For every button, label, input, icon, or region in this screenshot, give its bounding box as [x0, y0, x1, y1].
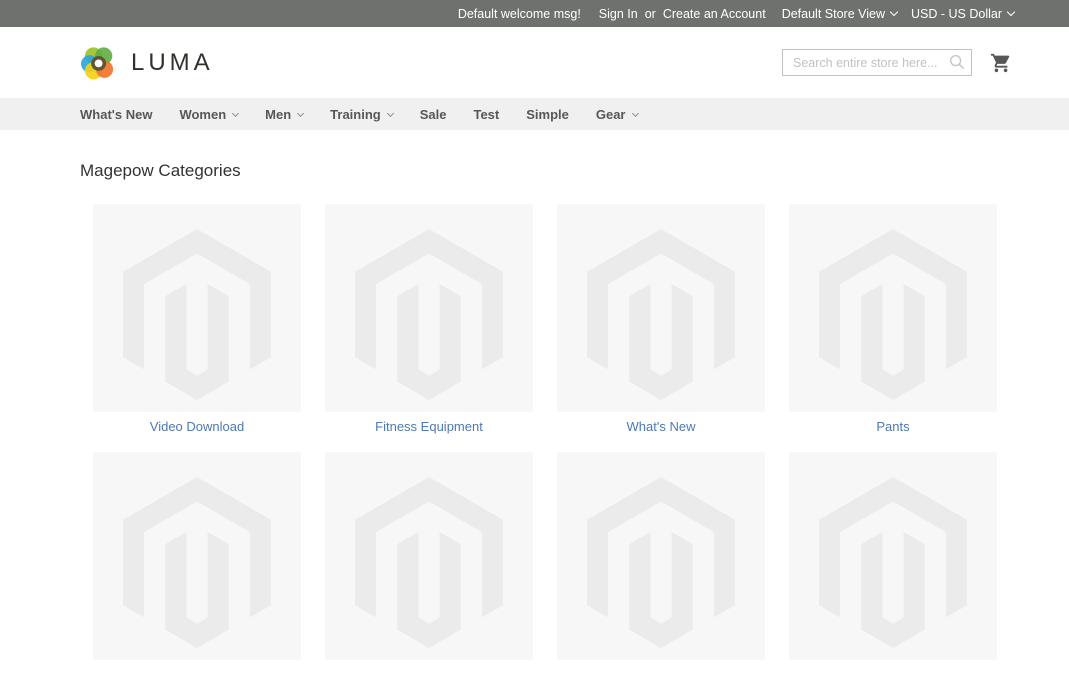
category-card[interactable]	[789, 452, 997, 683]
chevron-down-icon	[387, 109, 394, 116]
category-placeholder-image	[557, 204, 765, 412]
magnifier-icon	[948, 53, 966, 71]
nav-label: Gear	[596, 107, 626, 122]
nav-item-sale[interactable]: Sale	[420, 107, 447, 122]
chevron-down-icon	[297, 109, 304, 116]
category-placeholder-image	[789, 204, 997, 412]
search-button[interactable]	[947, 53, 967, 73]
magento-placeholder-icon	[355, 229, 503, 400]
minicart-button[interactable]	[990, 52, 1012, 74]
category-link-label	[789, 667, 997, 683]
search-input[interactable]	[782, 49, 972, 76]
nav-item-simple[interactable]: Simple	[526, 107, 569, 122]
welcome-message: Default welcome msg!	[458, 7, 581, 21]
magento-placeholder-icon	[819, 477, 967, 648]
main-navigation: What's New Women Men Training Sale Test …	[0, 98, 1069, 130]
nav-label: Training	[330, 107, 381, 122]
main-content: Magepow Categories Video Download Fitnes…	[0, 161, 1069, 683]
nav-label: What's New	[80, 107, 152, 122]
nav-label: Women	[179, 107, 226, 122]
chevron-down-icon	[631, 109, 638, 116]
magento-placeholder-icon	[123, 477, 271, 648]
chevron-down-icon	[890, 7, 898, 15]
luma-logo[interactable]: LUMA	[80, 45, 214, 81]
category-link-label: Pants	[789, 419, 997, 435]
cart-icon	[990, 52, 1012, 74]
category-card[interactable]: Video Download	[93, 204, 301, 435]
category-card[interactable]: Fitness Equipment	[325, 204, 533, 435]
store-view-label: Default Store View	[782, 7, 885, 21]
category-placeholder-image	[325, 452, 533, 660]
currency-label: USD - US Dollar	[911, 7, 1002, 21]
page-title: Magepow Categories	[80, 161, 989, 181]
category-card[interactable]	[325, 452, 533, 683]
category-grid: Video Download Fitness Equipment What's …	[80, 204, 989, 683]
category-placeholder-image	[325, 204, 533, 412]
chevron-down-icon	[232, 109, 239, 116]
magento-placeholder-icon	[819, 229, 967, 400]
category-link-label: Video Download	[93, 419, 301, 435]
nav-item-training[interactable]: Training	[330, 107, 393, 122]
nav-label: Test	[473, 107, 499, 122]
magento-placeholder-icon	[587, 229, 735, 400]
magento-placeholder-icon	[123, 229, 271, 400]
search-box	[782, 49, 972, 76]
category-card[interactable]	[557, 452, 765, 683]
category-link-label: Fitness Equipment	[325, 419, 533, 435]
category-placeholder-image	[789, 452, 997, 660]
magento-placeholder-icon	[587, 477, 735, 648]
header: LUMA	[0, 27, 1069, 98]
category-placeholder-image	[93, 452, 301, 660]
logo-text: LUMA	[131, 49, 214, 77]
nav-label: Simple	[526, 107, 569, 122]
category-link-label	[93, 667, 301, 683]
category-card[interactable]	[93, 452, 301, 683]
category-placeholder-image	[557, 452, 765, 660]
nav-item-test[interactable]: Test	[473, 107, 499, 122]
top-panel: Default welcome msg! Sign In or Create a…	[0, 0, 1069, 27]
chevron-down-icon	[1007, 7, 1015, 15]
magento-placeholder-icon	[355, 477, 503, 648]
nav-item-men[interactable]: Men	[265, 107, 303, 122]
category-link-label: What's New	[557, 419, 765, 435]
create-account-link[interactable]: Create an Account	[663, 7, 766, 21]
nav-item-gear[interactable]: Gear	[596, 107, 638, 122]
or-text: or	[645, 7, 656, 21]
currency-switcher[interactable]: USD - US Dollar	[911, 7, 1014, 21]
nav-label: Sale	[420, 107, 447, 122]
nav-item-women[interactable]: Women	[179, 107, 238, 122]
category-card[interactable]: What's New	[557, 204, 765, 435]
category-card[interactable]: Pants	[789, 204, 997, 435]
category-link-label	[325, 667, 533, 683]
nav-label: Men	[265, 107, 291, 122]
sign-in-link[interactable]: Sign In	[599, 7, 638, 21]
store-view-switcher[interactable]: Default Store View	[782, 7, 897, 21]
luma-logo-icon	[80, 45, 118, 81]
category-placeholder-image	[93, 204, 301, 412]
category-link-label	[557, 667, 765, 683]
nav-item-whats-new[interactable]: What's New	[80, 107, 152, 122]
